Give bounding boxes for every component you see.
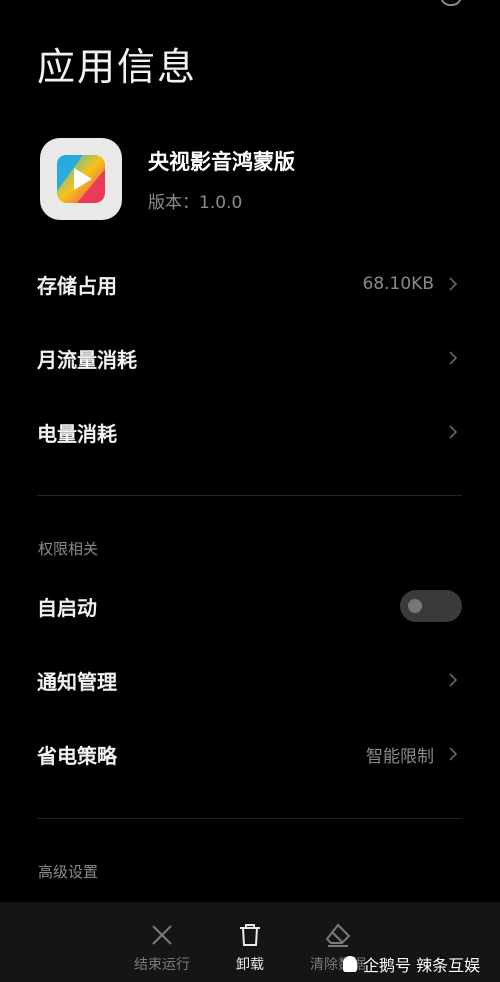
uninstall-label: 卸载 bbox=[236, 957, 264, 973]
power-saving-label: 省电策略 bbox=[37, 743, 117, 768]
battery-usage-label: 电量消耗 bbox=[37, 421, 117, 446]
watermark-text: 企鹅号 辣条互娱 bbox=[363, 956, 481, 975]
eraser-icon bbox=[325, 923, 351, 947]
notification-management-label: 通知管理 bbox=[37, 669, 117, 694]
status-bar-icon bbox=[440, 0, 462, 6]
power-saving-value: 智能限制 bbox=[366, 746, 434, 767]
app-name: 央视影音鸿蒙版 bbox=[148, 149, 295, 174]
chevron-right-icon bbox=[449, 351, 458, 365]
storage-label: 存储占用 bbox=[37, 273, 117, 298]
autostart-toggle[interactable] bbox=[400, 590, 462, 622]
advanced-settings-header: 高级设置 bbox=[38, 863, 99, 881]
monthly-data-label: 月流量消耗 bbox=[37, 347, 137, 372]
cctv-video-logo-icon bbox=[57, 155, 105, 203]
stop-running-label: 结束运行 bbox=[134, 957, 190, 973]
notification-management-row[interactable]: 通知管理 bbox=[37, 660, 462, 700]
battery-usage-row[interactable]: 电量消耗 bbox=[37, 412, 462, 452]
app-header: 央视影音鸿蒙版 版本：1.0.0 bbox=[40, 138, 295, 220]
power-saving-row[interactable]: 省电策略 智能限制 bbox=[37, 734, 462, 774]
app-icon bbox=[40, 138, 122, 220]
chevron-right-icon bbox=[449, 425, 458, 439]
chevron-right-icon bbox=[449, 277, 458, 291]
uninstall-button[interactable]: 卸载 bbox=[210, 922, 290, 974]
chevron-right-icon bbox=[449, 673, 458, 687]
toggle-knob bbox=[408, 599, 422, 613]
page-title: 应用信息 bbox=[37, 45, 198, 89]
storage-row[interactable]: 存储占用 68.10KB bbox=[37, 264, 462, 304]
watermark: 企鹅号 辣条互娱 bbox=[343, 952, 480, 976]
chevron-right-icon bbox=[449, 747, 458, 761]
monthly-data-row[interactable]: 月流量消耗 bbox=[37, 338, 462, 378]
trash-icon bbox=[240, 924, 260, 946]
permissions-section-header: 权限相关 bbox=[38, 540, 99, 558]
penguin-icon bbox=[343, 956, 357, 972]
divider bbox=[37, 818, 462, 819]
autostart-row: 自启动 bbox=[37, 586, 462, 626]
divider bbox=[37, 495, 462, 496]
app-version: 版本：1.0.0 bbox=[148, 192, 243, 213]
autostart-label: 自启动 bbox=[37, 595, 97, 620]
storage-value: 68.10KB bbox=[362, 274, 434, 294]
close-icon bbox=[152, 925, 172, 945]
stop-running-button[interactable]: 结束运行 bbox=[122, 922, 202, 974]
